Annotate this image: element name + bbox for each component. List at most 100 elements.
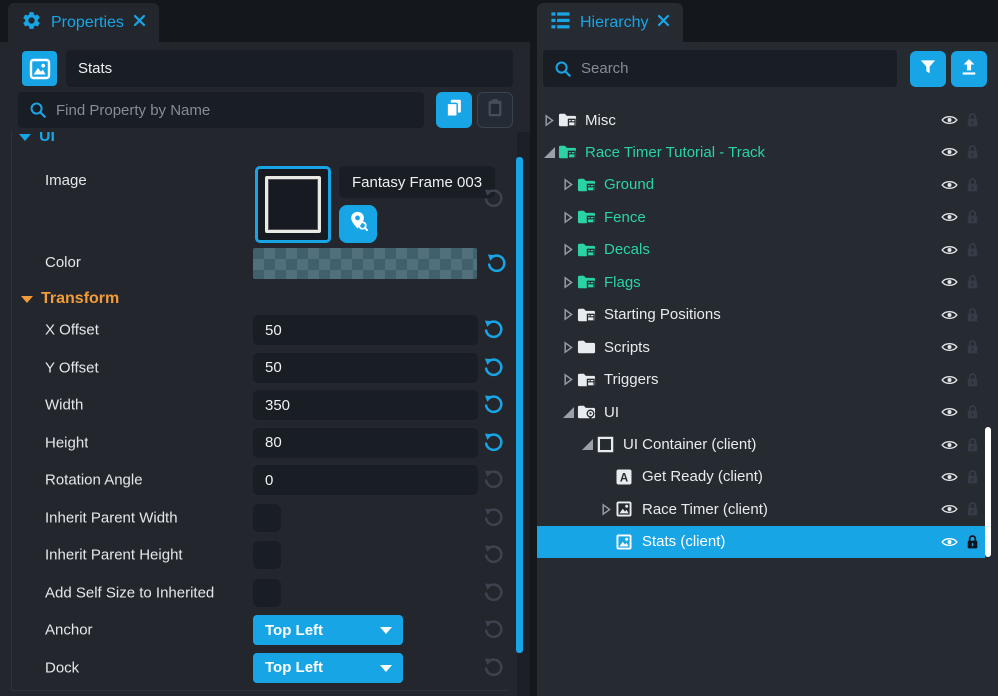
reset-image-button[interactable]: [483, 188, 504, 209]
height-input[interactable]: [253, 428, 478, 458]
tree-arrow[interactable]: [541, 144, 557, 160]
find-property-input[interactable]: [18, 92, 424, 128]
visibility-eye-icon[interactable]: [941, 114, 958, 126]
inherit-parent-width-checkbox[interactable]: [253, 504, 281, 532]
lock-icon[interactable]: [966, 209, 979, 225]
tree-node-race-timer-tutorial-track[interactable]: Race Timer Tutorial - Track: [537, 136, 985, 168]
tree-node-decals[interactable]: Decals: [537, 234, 985, 266]
tree-node-ui-container-client[interactable]: UI Container (client): [537, 429, 985, 461]
visibility-eye-icon[interactable]: [941, 536, 958, 548]
collapsed-arrow-icon: [544, 114, 554, 127]
image-asset-name: Fantasy Frame 003: [352, 174, 482, 191]
visibility-eye-icon[interactable]: [941, 503, 958, 515]
rotation-angle-input[interactable]: [253, 465, 478, 495]
tree-node-triggers[interactable]: Triggers: [537, 364, 985, 396]
lock-icon[interactable]: [966, 339, 979, 355]
lock-icon[interactable]: [966, 112, 979, 128]
tree-node-scripts[interactable]: Scripts: [537, 331, 985, 363]
tree-arrow[interactable]: [560, 177, 576, 193]
tree-node-ui[interactable]: UI: [537, 396, 985, 428]
reset-x-offset-button[interactable]: [483, 319, 504, 340]
tree-arrow[interactable]: [560, 372, 576, 388]
lock-icon[interactable]: [966, 501, 979, 517]
tree-arrow[interactable]: [541, 112, 557, 128]
section-transform[interactable]: Transform: [21, 290, 119, 308]
visibility-eye-icon[interactable]: [941, 309, 958, 321]
tree-node-get-ready-client[interactable]: A Get Ready (client): [537, 461, 985, 493]
tree-node-ground[interactable]: Ground: [537, 169, 985, 201]
image-preview[interactable]: [255, 166, 331, 243]
reset-y-offset-button[interactable]: [483, 357, 504, 378]
tree-arrow[interactable]: [598, 501, 614, 517]
reset-add-self-size-to-inherited-button[interactable]: [483, 582, 504, 603]
lock-icon[interactable]: [966, 534, 979, 550]
reset-dock-button[interactable]: [483, 657, 504, 678]
lock-icon[interactable]: [966, 144, 979, 160]
color-swatch[interactable]: [253, 248, 477, 279]
tree-node-misc[interactable]: Misc: [537, 104, 985, 136]
tree-arrow[interactable]: [579, 437, 595, 453]
lock-icon[interactable]: [966, 177, 979, 193]
visibility-eye-icon[interactable]: [941, 211, 958, 223]
visibility-eye-icon[interactable]: [941, 374, 958, 386]
reset-rotation-angle-button[interactable]: [483, 469, 504, 490]
lock-icon[interactable]: [966, 469, 979, 485]
reset-anchor-button[interactable]: [483, 619, 504, 640]
paste-properties-button[interactable]: [477, 92, 513, 128]
tree-arrow[interactable]: [560, 209, 576, 225]
lock-icon[interactable]: [966, 242, 979, 258]
tree-arrow[interactable]: [560, 242, 576, 258]
tree-node-race-timer-client[interactable]: Race Timer (client): [537, 493, 985, 525]
object-name-input[interactable]: [66, 50, 513, 87]
reset-width-button[interactable]: [483, 394, 504, 415]
reset-inherit-parent-width-button[interactable]: [483, 507, 504, 528]
tree-arrow[interactable]: [560, 274, 576, 290]
visibility-eye-icon[interactable]: [941, 179, 958, 191]
visibility-eye-icon[interactable]: [941, 244, 958, 256]
lock-icon[interactable]: [966, 307, 979, 323]
lock-icon[interactable]: [966, 437, 979, 453]
x-offset-input[interactable]: [253, 315, 478, 345]
lock-icon[interactable]: [966, 274, 979, 290]
expanded-arrow-icon: [544, 147, 555, 158]
dock-dropdown[interactable]: Top Left: [253, 653, 403, 683]
visibility-eye-icon[interactable]: [941, 146, 958, 158]
tree-arrow[interactable]: [560, 404, 576, 420]
visibility-eye-icon[interactable]: [941, 406, 958, 418]
width-input[interactable]: [253, 390, 478, 420]
visibility-eye-icon[interactable]: [941, 341, 958, 353]
properties-scrollbar-thumb[interactable]: [516, 157, 523, 653]
add-self-size-to-inherited-checkbox[interactable]: [253, 579, 281, 607]
tree-arrow[interactable]: [598, 534, 614, 550]
tree-arrow[interactable]: [598, 469, 614, 485]
tree-arrow[interactable]: [560, 307, 576, 323]
copy-properties-button[interactable]: [436, 92, 472, 128]
find-asset-button[interactable]: [339, 205, 377, 243]
tab-properties[interactable]: Properties: [8, 3, 159, 42]
visibility-eye-icon[interactable]: [941, 471, 958, 483]
y-offset-input[interactable]: [253, 353, 478, 383]
reset-color-button[interactable]: [486, 253, 507, 274]
close-icon[interactable]: [657, 14, 670, 32]
lock-icon[interactable]: [966, 372, 979, 388]
anchor-dropdown[interactable]: Top Left: [253, 615, 403, 645]
tree-node-starting-positions[interactable]: Starting Positions: [537, 299, 985, 331]
reset-inherit-parent-height-button[interactable]: [483, 544, 504, 565]
collapsed-arrow-icon: [563, 373, 573, 386]
hierarchy-scrollbar-thumb[interactable]: [985, 427, 991, 557]
tree-node-fence[interactable]: Fence: [537, 201, 985, 233]
visibility-eye-icon[interactable]: [941, 276, 958, 288]
section-ui[interactable]: UI: [19, 132, 55, 146]
inherit-parent-height-checkbox[interactable]: [253, 541, 281, 569]
tree-node-stats-client[interactable]: Stats (client): [537, 526, 985, 558]
lock-icon[interactable]: [966, 404, 979, 420]
folder-box-icon: [576, 176, 596, 194]
tab-hierarchy[interactable]: Hierarchy: [537, 3, 683, 42]
tree-arrow[interactable]: [560, 339, 576, 355]
reset-height-button[interactable]: [483, 432, 504, 453]
image-asset-chip[interactable]: Fantasy Frame 003: [339, 166, 495, 198]
visibility-eye-icon[interactable]: [941, 439, 958, 451]
close-icon[interactable]: [133, 14, 146, 32]
tree-node-flags[interactable]: Flags: [537, 266, 985, 298]
tree-node-label: Get Ready (client): [642, 468, 763, 485]
